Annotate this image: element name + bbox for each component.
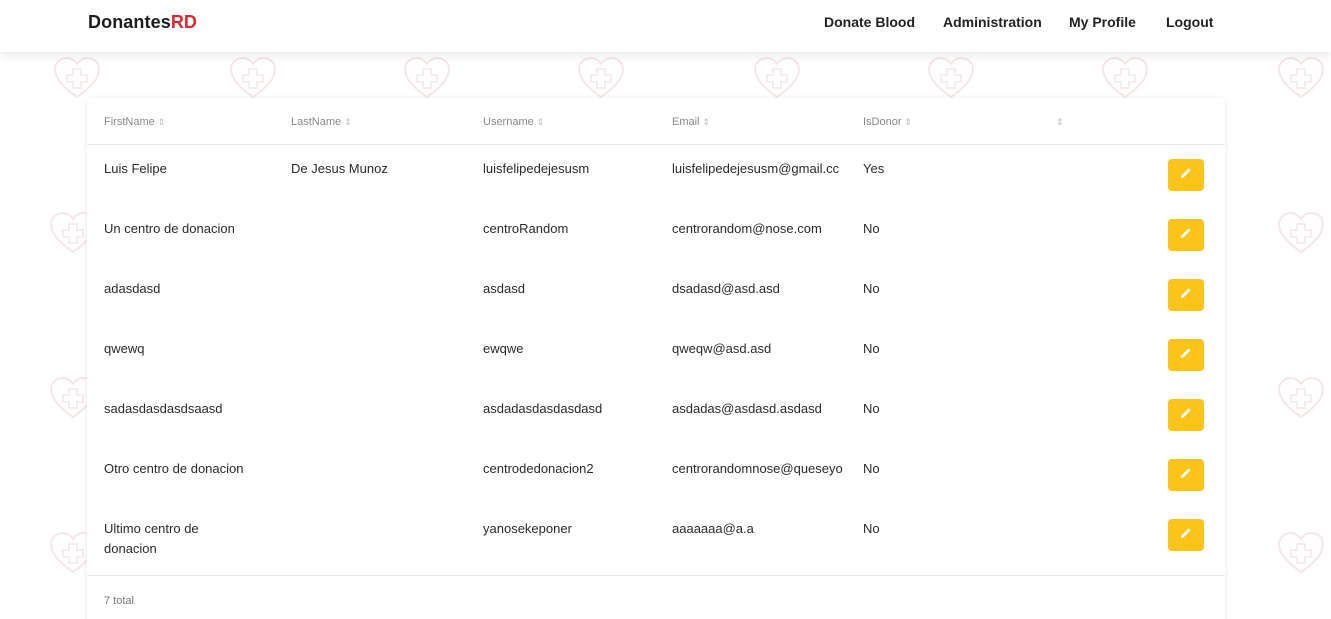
sort-icon: ⇕ [702,117,711,127]
edit-button[interactable] [1168,459,1204,491]
sort-icon: ⇕ [157,117,166,127]
column-label: LastName [291,116,342,128]
edit-button[interactable] [1168,339,1204,371]
heart-cross-icon [403,56,451,99]
table-row: Luis Felipe De Jesus Munoz luisfelipedejes… [87,145,1225,205]
cell-first: Luis Felipe [104,161,167,176]
pencil-icon [1179,166,1193,185]
navbar: DonantesRD Donate Blood Administration M… [0,0,1331,52]
table-row: qwewq ewqwe qweqw@asd.asd No [87,325,1225,385]
cell-username: ewqwe [483,341,524,356]
users-table-card: FirstName ⇕ LastName ⇕ Username ⇕ Email ⇕ Is… [87,98,1225,619]
column-header-isdonor[interactable]: IsDonor ⇕ [863,116,912,128]
cell-first: sadasdasdasdsaasd [104,401,223,416]
column-header-actions[interactable]: ⇕ [1053,116,1064,128]
cell-email: asdadas@asdasd.asdasd [672,401,822,416]
heart-cross-icon [1277,376,1325,419]
nav-logout[interactable]: Logout [1166,14,1213,30]
column-label: FirstName [104,116,155,128]
pencil-icon [1179,526,1193,545]
cell-donor: No [863,221,880,236]
column-header-lastname[interactable]: LastName ⇕ [291,116,352,128]
edit-button[interactable] [1168,399,1204,431]
cell-donor: No [863,341,880,356]
heart-cross-icon [53,56,101,99]
cell-email: qweqw@asd.asd [672,341,772,356]
table-row: Otro centro de donacion centrodedonacion2… [87,445,1225,505]
cell-username: luisfelipedejesusm [483,161,590,176]
cell-last: De Jesus Munoz [291,161,388,176]
sort-icon: ⇕ [904,117,913,127]
cell-first: Un centro de donacion [104,221,235,236]
cell-first: qwewq [104,341,145,356]
cell-donor: No [863,281,880,296]
table-header: FirstName ⇕ LastName ⇕ Username ⇕ Email ⇕ Is… [87,98,1225,145]
pencil-icon [1179,466,1193,485]
edit-button[interactable] [1168,159,1204,191]
cell-username: yanosekeponer [483,521,572,536]
pencil-icon [1179,286,1193,305]
pencil-icon [1179,406,1193,425]
heart-cross-icon [753,56,801,99]
cell-username: centroRandom [483,221,569,236]
cell-email: centrorandom@nose.com [672,221,822,236]
nav-donate-blood[interactable]: Donate Blood [824,14,915,30]
column-header-username[interactable]: Username ⇕ [483,116,544,128]
heart-cross-icon [1101,56,1149,99]
heart-cross-icon [1277,211,1325,254]
heart-cross-icon [927,56,975,99]
cell-username: asdasd [483,281,525,296]
cell-email: aaaaaaa@a.a [672,521,754,536]
pencil-icon [1179,346,1193,365]
nav-links: Donate Blood Administration My Profile L… [0,14,1331,34]
column-header-email[interactable]: Email ⇕ [672,116,710,128]
heart-cross-icon [1277,531,1325,574]
sort-icon: ⇕ [344,117,352,127]
nav-my-profile[interactable]: My Profile [1069,14,1136,30]
cell-donor: No [863,521,880,536]
table-row: Ultimo centro de donacion yanosekeponer aa… [87,505,1225,565]
table-row: Un centro de donacion centroRandom centror… [87,205,1225,265]
cell-first: Otro centro de donacion [104,461,244,476]
sort-icon: ⇕ [536,117,545,127]
cell-first: adasdasd [104,281,161,296]
cell-donor: No [863,461,880,476]
cell-donor: No [863,401,880,416]
table-row: adasdasd asdasd dsadasd@asd.asd No [87,265,1225,325]
cell-donor: Yes [863,161,885,176]
table-row: sadasdasdasdsaasd asdadasdasdasdasd asdada… [87,385,1225,445]
column-header-firstname[interactable]: FirstName ⇕ [104,116,165,128]
edit-button[interactable] [1168,519,1204,551]
heart-cross-icon [1277,56,1325,99]
nav-administration[interactable]: Administration [943,14,1042,30]
heart-cross-icon [229,56,277,99]
column-label: Username [483,116,534,128]
total-count: 7 total [104,595,134,607]
column-label: IsDonor [863,116,902,128]
edit-button[interactable] [1168,279,1204,311]
cell-username: centrodedonacion2 [483,461,594,476]
cell-first: Ultimo centro de donacion [104,521,199,556]
cell-email: luisfelipedejesusm@gmail.cc [672,161,840,176]
cell-username: asdadasdasdasdasd [483,401,603,416]
table-footer-divider [87,575,1225,576]
pencil-icon [1179,226,1193,245]
edit-button[interactable] [1168,219,1204,251]
column-label: Email [672,116,700,128]
heart-cross-icon [577,56,625,99]
cell-email: dsadasd@asd.asd [672,281,780,296]
cell-email: centrorandomnose@queseyo [672,461,843,476]
sort-icon: ⇕ [1056,117,1064,127]
